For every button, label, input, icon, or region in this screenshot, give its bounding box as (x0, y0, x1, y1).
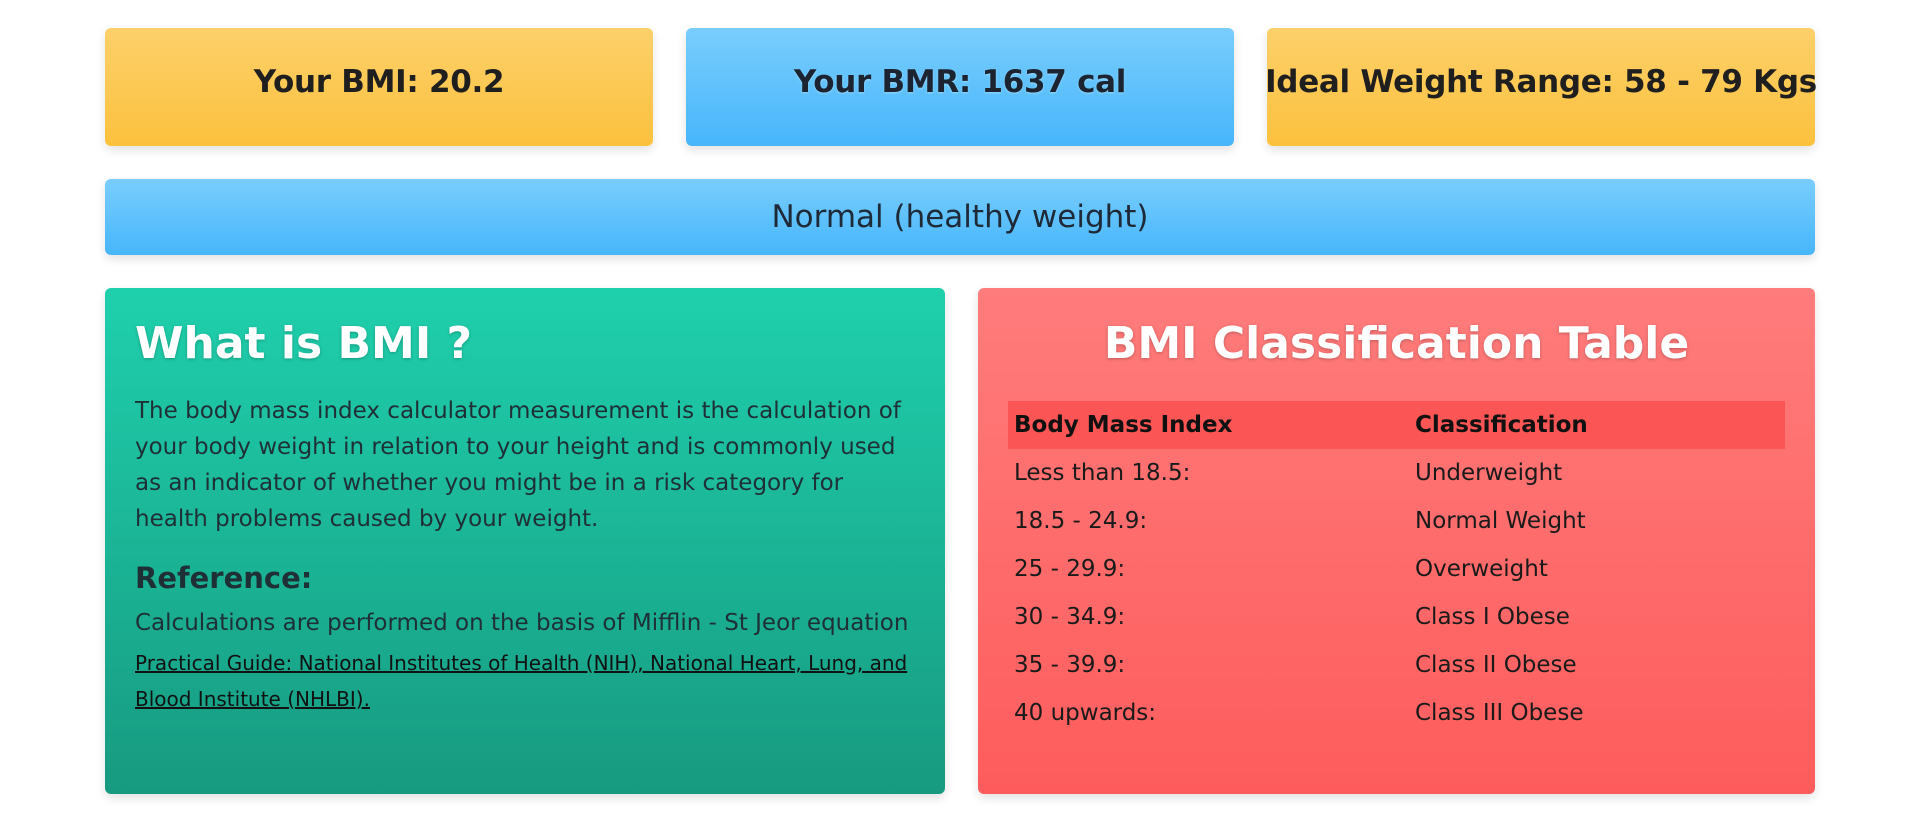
table-cell-range: 40 upwards: (1014, 699, 1157, 726)
ideal-weight-card: Ideal Weight Range: 58 - 79 Kgs (1265, 28, 1817, 146)
bmr-value: Your BMR: 1637 cal (793, 64, 1127, 100)
bmi-results-page: Your BMI: 20.2 Your BMR: 1637 cal Ideal … (0, 0, 1920, 823)
table-row: 40 upwards: Class III Obese (1008, 689, 1785, 737)
table-header-classification: Classification (1409, 400, 1785, 449)
bmi-status-banner: Normal (healthy weight) (105, 179, 1815, 255)
table-row: 35 - 39.9: Class II Obese (1008, 641, 1785, 689)
table-cell-class: Normal Weight (1415, 507, 1586, 534)
bmi-classification-table: Body Mass Index Classification Less than… (1008, 400, 1785, 737)
table-row: Less than 18.5: Underweight (1008, 449, 1785, 497)
bmi-status-text: Normal (healthy weight) (771, 199, 1149, 235)
reference-text: Calculations are performed on the basis … (135, 609, 909, 636)
bmr-result-card: Your BMR: 1637 cal (686, 28, 1234, 146)
table-cell-class: Overweight (1415, 555, 1548, 582)
table-row: 18.5 - 24.9: Normal Weight (1008, 497, 1785, 545)
info-title: What is BMI ? (135, 318, 473, 369)
table-cell-range: Less than 18.5: (1014, 459, 1191, 486)
table-cell-range: 30 - 34.9: (1014, 603, 1126, 630)
table-header-row: Body Mass Index Classification (1008, 400, 1785, 449)
reference-heading: Reference: (135, 560, 313, 595)
table-cell-class: Class II Obese (1415, 651, 1577, 678)
table-cell-class: Class I Obese (1415, 603, 1570, 630)
table-cell-range: 18.5 - 24.9: (1014, 507, 1148, 534)
bmi-info-panel: What is BMI ? The body mass index calcul… (105, 288, 945, 794)
ideal-weight-value: Ideal Weight Range: 58 - 79 Kgs (1265, 64, 1817, 100)
bmi-classification-panel: BMI Classification Table Body Mass Index… (978, 288, 1815, 794)
table-header-bmi: Body Mass Index (1008, 400, 1409, 449)
table-row: 30 - 34.9: Class I Obese (1008, 593, 1785, 641)
table-title: BMI Classification Table (1103, 318, 1690, 369)
bmi-result-card: Your BMI: 20.2 (105, 28, 653, 146)
bmi-value: Your BMI: 20.2 (253, 64, 505, 100)
table-cell-range: 25 - 29.9: (1014, 555, 1126, 582)
table-cell-class: Underweight (1415, 459, 1563, 486)
info-body-text: The body mass index calculator measureme… (135, 397, 901, 532)
table-cell-range: 35 - 39.9: (1014, 651, 1126, 678)
table-row: 25 - 29.9: Overweight (1008, 545, 1785, 593)
table-cell-class: Class III Obese (1415, 699, 1584, 726)
reference-link[interactable]: Practical Guide: National Institutes of … (135, 645, 915, 717)
